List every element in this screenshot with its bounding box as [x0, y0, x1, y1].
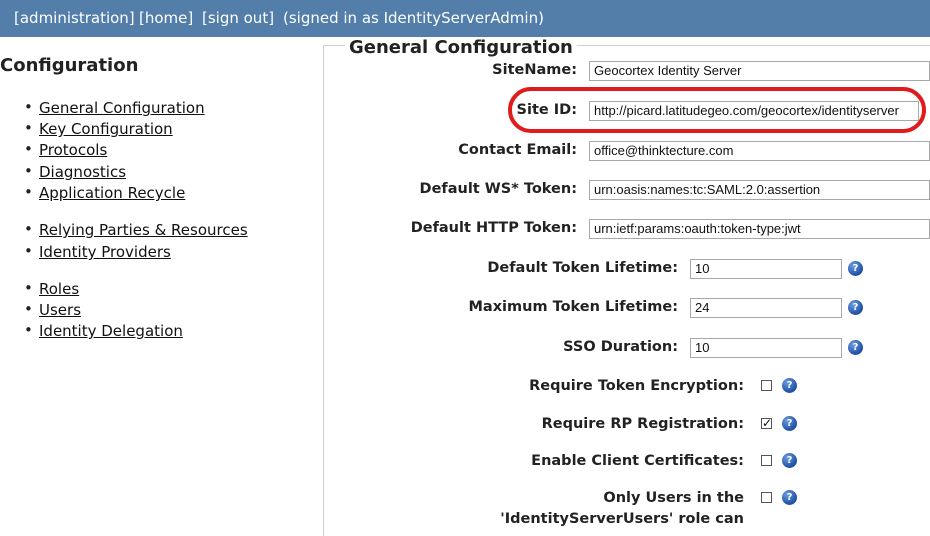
sso-duration-label: SSO Duration: — [563, 339, 678, 355]
enable-client-certificates-label: Enable Client Certificates: — [531, 453, 744, 469]
require-rp-registration-checkbox[interactable]: ✓ — [761, 417, 772, 429]
help-icon[interactable]: ? — [848, 300, 863, 315]
site-name-input[interactable]: Geocortex Identity Server — [589, 61, 930, 81]
sidebar-link[interactable]: Diagnostics — [39, 163, 126, 181]
site-name-label: SiteName: — [492, 62, 577, 78]
sign-out-link[interactable]: [sign out] — [202, 9, 274, 27]
page-title: General Configuration — [345, 37, 577, 58]
contact-email-input[interactable]: office@thinktecture.com — [589, 141, 930, 161]
only-users-in-role-checkbox[interactable] — [761, 492, 772, 503]
contact-email-label: Contact Email: — [458, 142, 577, 158]
default-http-token-label: Default HTTP Token: — [410, 220, 577, 236]
fieldset-left-border — [323, 45, 324, 536]
maximum-token-lifetime-input[interactable]: 24 — [690, 298, 842, 318]
home-link[interactable]: [home] — [139, 9, 193, 27]
default-token-lifetime-label: Default Token Lifetime: — [487, 260, 678, 276]
sidebar-title: Configuration — [0, 55, 139, 76]
sidebar-link[interactable]: Roles — [39, 280, 79, 298]
require-token-encryption-checkbox[interactable] — [761, 380, 772, 391]
only-users-in-role-label-line2: 'IdentityServerUsers' role can — [500, 511, 744, 527]
require-token-encryption-label: Require Token Encryption: — [529, 378, 744, 394]
sidebar-link[interactable]: Identity Delegation — [39, 322, 183, 340]
administration-link[interactable]: [administration] — [14, 9, 135, 27]
default-token-lifetime-input[interactable]: 10 — [690, 259, 842, 279]
sidebar-link[interactable]: Relying Parties & Resources — [39, 221, 248, 239]
require-rp-registration-label: Require RP Registration: — [541, 416, 744, 432]
default-http-token-select[interactable]: urn:ietf:params:oauth:token-type:jwt — [589, 219, 930, 239]
sso-duration-input[interactable]: 10 — [690, 338, 842, 358]
default-ws-token-select[interactable]: urn:oasis:names:tc:SAML:2.0:assertion — [589, 180, 930, 200]
signed-in-status: (signed in as IdentityServerAdmin) — [283, 9, 544, 27]
sidebar-link[interactable]: Application Recycle — [39, 184, 185, 202]
sidebar-link[interactable]: Users — [39, 301, 81, 319]
help-icon[interactable]: ? — [782, 490, 797, 505]
help-icon[interactable]: ? — [782, 416, 797, 431]
sidebar-link[interactable]: Key Configuration — [39, 120, 173, 138]
help-icon[interactable]: ? — [848, 340, 863, 355]
top-nav-bar: [administration] [home] [sign out] (sign… — [0, 0, 930, 37]
help-icon[interactable]: ? — [848, 261, 863, 276]
default-ws-token-label: Default WS* Token: — [419, 181, 577, 197]
help-icon[interactable]: ? — [782, 378, 797, 393]
sidebar-link[interactable]: General Configuration — [39, 99, 205, 117]
maximum-token-lifetime-label: Maximum Token Lifetime: — [468, 299, 678, 315]
help-icon[interactable]: ? — [782, 453, 797, 468]
only-users-in-role-label-line1: Only Users in the — [603, 490, 744, 506]
sidebar-link[interactable]: Identity Providers — [39, 243, 171, 261]
sidebar-link[interactable]: Protocols — [39, 141, 107, 159]
enable-client-certificates-checkbox[interactable] — [761, 455, 772, 466]
site-id-highlight-annotation — [508, 87, 926, 133]
